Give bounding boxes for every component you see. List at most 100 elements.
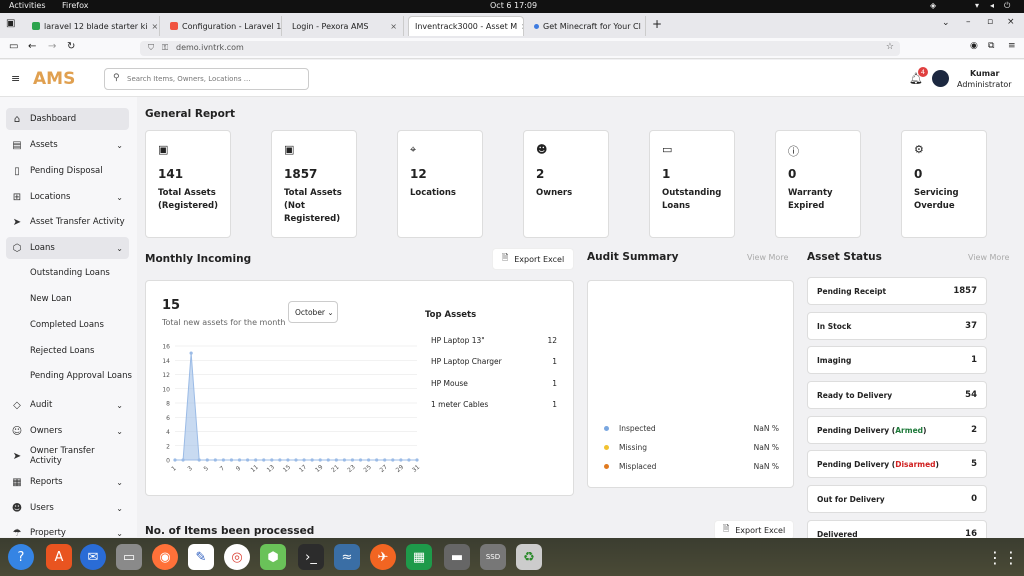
sidebar-item-dashboard[interactable]: ⌂ Dashboard [6,108,129,130]
search-input[interactable]: Search Items, Owners, Locations ... [104,68,309,90]
briefcase-icon: ▣ [158,143,169,156]
sidebar-toggle-icon[interactable]: ▭ [9,41,18,52]
app-menu[interactable]: Firefox [62,1,88,10]
data-point [358,458,363,462]
button-label: Export Excel [514,254,565,264]
account-icon[interactable]: ◉ [970,41,978,51]
stat-card[interactable]: ⌖ 12 Locations [397,130,483,238]
export-excel-button-processed[interactable]: 🗎︎ Export Excel [714,520,794,540]
sidebar-item-owners[interactable]: ☺ Owners ⌄ [6,420,129,442]
trash-icon[interactable]: ♻ [516,544,542,570]
clock[interactable]: Oct 6 17:09 [490,1,537,10]
text-editor-icon[interactable]: ✎ [188,544,214,570]
status-row[interactable]: Out for Delivery 0 [807,485,987,513]
maximize-button[interactable]: ▫ [987,17,993,27]
status-value: 1 [971,355,977,365]
clipboard-icon: ▯ [14,165,20,177]
list-tabs-icon[interactable]: ⌄ [942,18,950,28]
status-row[interactable]: Imaging 1 [807,346,987,374]
audit-view-more-link[interactable]: View More [747,253,788,262]
status-row[interactable]: Ready to Delivery 54 [807,381,987,409]
status-row[interactable]: Pending Delivery (Disarmed) 5 [807,450,987,478]
close-window-button[interactable]: × [1007,17,1015,27]
sidebar-item-audit[interactable]: ◇ Audit ⌄ [6,394,129,416]
avatar[interactable] [932,70,949,87]
close-icon[interactable]: × [517,22,523,31]
extensions-icon[interactable]: ⧉ [988,41,994,51]
asset-status-view-more-link[interactable]: View More [968,253,1009,262]
sidebar-item-users[interactable]: ☻ Users ⌄ [6,497,129,519]
menu-icon[interactable]: ≡ [1008,41,1016,51]
sidebar-subitem-outstanding-loans[interactable]: Outstanding Loans [30,268,110,278]
user-name[interactable]: Kumar [970,69,999,78]
stat-card[interactable]: ▭ 1 Outstanding Loans [649,130,735,238]
close-icon[interactable]: × [641,22,646,31]
status-label-close: ) [923,426,927,435]
sidebar-subitem-pending-approval-loans[interactable]: Pending Approval Loans [30,371,132,381]
drive-icon[interactable]: ▬ [444,544,470,570]
sidebar-item-reports[interactable]: ▦ Reports ⌄ [6,471,129,493]
firefox-icon[interactable]: ◉ [152,544,178,570]
export-excel-button[interactable]: 🗎︎ Export Excel [492,248,574,270]
sidebar-subitem-new-loan[interactable]: New Loan [30,294,72,304]
stat-card[interactable]: ☻ 2 Owners [523,130,609,238]
sidebar-item-owner-transfer-activity[interactable]: ➤ Owner Transfer Activity [6,445,129,467]
browser-tab-active[interactable]: Inventrack3000 - Asset M× [408,16,524,36]
stat-card[interactable]: ⓘ 0 Warranty Expired [775,130,861,238]
status-row[interactable]: In Stock 37 [807,312,987,340]
close-icon[interactable]: × [386,22,397,31]
sidebar-item-label: Owners [30,426,63,436]
status-row[interactable]: Pending Delivery (Armed) 2 [807,416,987,444]
x-tick-label: 31 [411,464,421,474]
app-logo[interactable]: AMS [33,69,75,89]
stat-card[interactable]: ▣ 141 Total Assets (Registered) [145,130,231,238]
spreadsheet-icon[interactable]: ▦ [406,544,432,570]
stat-card[interactable]: ▣ 1857 Total Assets (Not Registered) [271,130,357,238]
forward-button[interactable]: → [48,41,56,52]
x-tick-label: 13 [266,464,276,474]
power-icon[interactable]: ⏻ [1004,1,1010,11]
browser-tab[interactable]: Get Minecraft for Your Cl× [528,16,646,36]
sidebar-subitem-rejected-loans[interactable]: Rejected Loans [30,346,95,356]
browser-tab[interactable]: Configuration - Laravel 1:× [164,16,282,36]
minimize-button[interactable]: – [966,17,971,27]
stat-label: Total Assets (Registered) [158,188,219,211]
sidebar-item-pending-disposal[interactable]: ▯ Pending Disposal [6,160,129,182]
chevron-down-icon: ⌄ [116,477,123,487]
new-tab-button[interactable]: + [652,17,662,31]
reload-button[interactable]: ↻ [67,41,75,52]
sidebar-subitem-completed-loans[interactable]: Completed Loans [30,320,104,330]
lock-icon: ⚿ [162,43,169,52]
browser-tab[interactable]: Login - Pexora AMS × [286,16,404,36]
database-icon[interactable]: ≈ [334,544,360,570]
umbrella-icon: ☂ [12,527,22,539]
terminal-icon[interactable]: ›_ [298,544,324,570]
chrome-icon[interactable]: ◎ [224,544,250,570]
sidebar-item-loans[interactable]: ⬡ Loans ⌄ [6,237,129,259]
month-select[interactable]: October ⌄ [288,301,338,323]
data-point [342,458,346,462]
sidebar-item-assets[interactable]: ▤ Assets ⌄ [6,134,129,156]
x-tick-label: 5 [203,465,211,473]
help-icon[interactable]: ? [8,544,34,570]
activities-button[interactable]: Activities [9,1,46,10]
url-bar[interactable]: ⛉ ⚿ demo.ivntrk.com ☆ [140,41,900,56]
ssd-drive-icon[interactable]: SSD [480,544,506,570]
postman-icon[interactable]: ✈ [370,544,396,570]
hamburger-menu-icon[interactable]: ≡ [11,72,20,85]
files-icon[interactable]: ▭ [116,544,142,570]
back-button[interactable]: ← [28,41,36,52]
package-icon[interactable]: ⬢ [260,544,286,570]
tab-overview-icon[interactable]: ▣ [6,18,15,29]
x-tick-label: 7 [219,465,227,473]
thunderbird-icon[interactable]: ✉ [80,544,106,570]
sidebar-item-locations[interactable]: ⊞ Locations ⌄ [6,186,129,208]
stat-card[interactable]: ⚙ 0 Servicing Overdue [901,130,987,238]
show-apps-icon[interactable]: ⋮⋮ [987,544,1019,570]
software-center-icon[interactable]: A [46,544,72,570]
bookmark-star-icon[interactable]: ☆ [886,42,894,52]
status-row[interactable]: Pending Receipt 1857 [807,277,987,305]
browser-tab[interactable]: laravel 12 blade starter ki × [26,16,160,36]
sidebar-item-asset-transfer-activity[interactable]: ➤ Asset Transfer Activity [6,211,129,233]
close-icon[interactable]: × [147,22,158,31]
